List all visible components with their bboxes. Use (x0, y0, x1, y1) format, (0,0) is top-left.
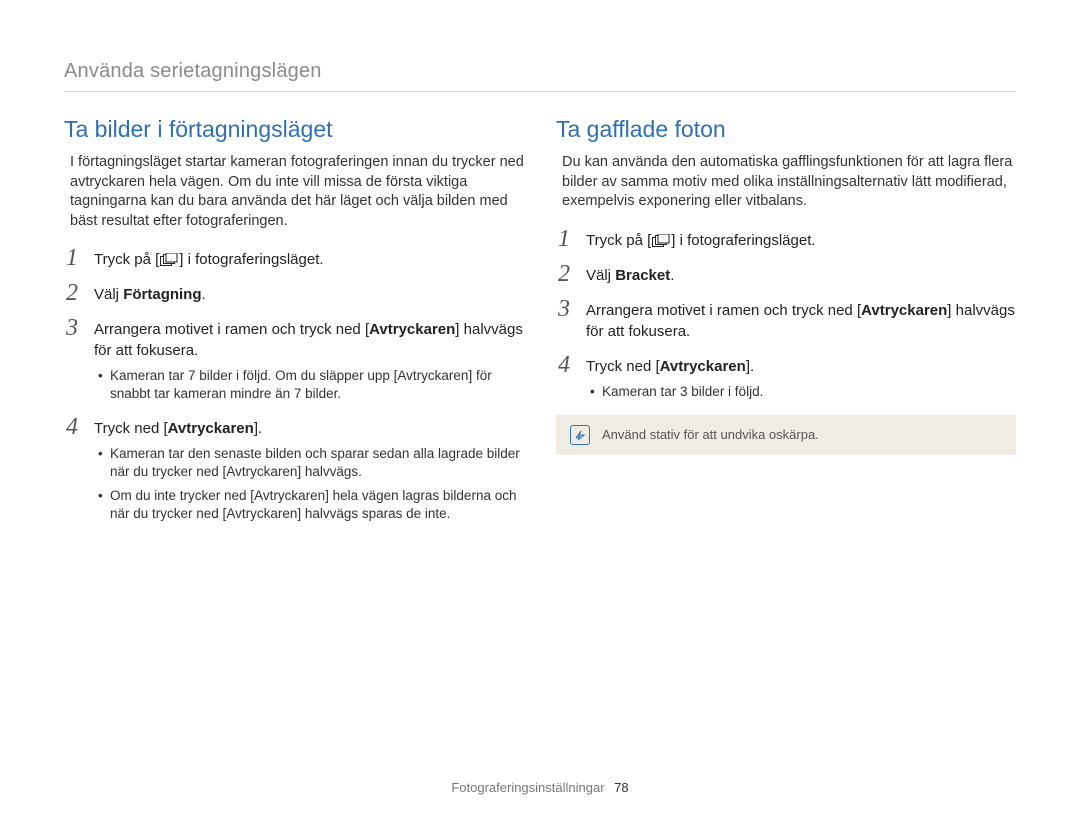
sub-text-bold: Avtryckaren (397, 368, 468, 383)
left-column: Ta bilder i förtagningsläget I förtagnin… (64, 116, 524, 538)
sub-text: Om du inte trycker ned [ (110, 488, 254, 503)
sub-text: Kameran tar 7 bilder i följd. Om du släp… (110, 368, 397, 383)
step-text: ] i fotograferingsläget. (671, 232, 815, 249)
page-footer: Fotograferingsinställningar 78 (0, 780, 1080, 795)
sub-text-bold: Avtryckaren (254, 488, 325, 503)
step-text: Arrangera motivet i ramen och tryck ned … (94, 321, 369, 338)
right-heading: Ta gafflade foton (556, 116, 1016, 143)
step-text-bold: Bracket (615, 267, 670, 284)
left-step-3-sub: Kameran tar 7 bilder i följd. Om du släp… (96, 365, 524, 403)
left-intro: I förtagningsläget startar kameran fotog… (70, 153, 524, 231)
right-step-4: Tryck ned [Avtryckaren]. Kameran tar 3 b… (556, 356, 1016, 401)
left-step-1: Tryck på [ ] i fotograferingsläget. (64, 249, 524, 270)
section-title: Använda serietagningslägen (64, 60, 1016, 83)
step-text-bold: Avtryckaren (369, 321, 455, 338)
step-text: Tryck på [ (586, 232, 651, 249)
step-text: Välj (94, 286, 123, 303)
step-text: ] i fotograferingsläget. (179, 251, 323, 268)
footer-label: Fotograferingsinställningar (451, 780, 604, 795)
step-text: Tryck ned [ (586, 358, 660, 375)
step-text-bold: Avtryckaren (861, 302, 947, 319)
burst-icon (160, 253, 178, 267)
step-text: Arrangera motivet i ramen och tryck ned … (586, 302, 861, 319)
step-text: . (670, 267, 674, 284)
left-steps: Tryck på [ ] i fotograferingsläget. Välj … (64, 249, 524, 523)
left-step-2: Välj Förtagning. (64, 284, 524, 305)
list-item: Kameran tar den senaste bilden och spara… (96, 445, 524, 481)
left-heading: Ta bilder i förtagningsläget (64, 116, 524, 143)
sub-text-bold: Avtryckaren (226, 506, 297, 521)
header-divider (64, 91, 1016, 92)
list-item: Om du inte trycker ned [Avtryckaren] hel… (96, 487, 524, 523)
step-text: Tryck ned [ (94, 420, 168, 437)
step-text-bold: Avtryckaren (660, 358, 746, 375)
right-step-3: Arrangera motivet i ramen och tryck ned … (556, 300, 1016, 342)
step-text: Tryck på [ (94, 251, 159, 268)
left-step-4: Tryck ned [Avtryckaren]. Kameran tar den… (64, 418, 524, 524)
left-step-3: Arrangera motivet i ramen och tryck ned … (64, 319, 524, 403)
step-text: Välj (586, 267, 615, 284)
step-text-bold: Avtryckaren (168, 420, 254, 437)
right-column: Ta gafflade foton Du kan använda den aut… (556, 116, 1016, 538)
note-box: Använd stativ för att undvika oskärpa. (556, 415, 1016, 455)
right-step-1: Tryck på [ ] i fotograferingsläget. (556, 230, 1016, 251)
list-item: Kameran tar 3 bilder i följd. (588, 383, 1016, 401)
right-step-2: Välj Bracket. (556, 265, 1016, 286)
right-steps: Tryck på [ ] i fotograferingsläget. Välj … (556, 230, 1016, 401)
page-number: 78 (614, 780, 628, 795)
list-item: Kameran tar 7 bilder i följd. Om du släp… (96, 367, 524, 403)
note-icon (570, 425, 590, 445)
note-text: Använd stativ för att undvika oskärpa. (602, 427, 819, 442)
sub-text: ] halvvägs sparas de inte. (297, 506, 450, 521)
sub-text: ] halvvägs. (297, 464, 362, 479)
content-columns: Ta bilder i förtagningsläget I förtagnin… (64, 116, 1016, 538)
right-step-4-sub: Kameran tar 3 bilder i följd. (588, 381, 1016, 401)
sub-text-bold: Avtryckaren (226, 464, 297, 479)
step-text: ]. (254, 420, 262, 437)
left-step-4-sub: Kameran tar den senaste bilden och spara… (96, 443, 524, 524)
burst-icon (652, 234, 670, 248)
right-intro: Du kan använda den automatiska gafflings… (562, 153, 1016, 212)
step-text-bold: Förtagning (123, 286, 201, 303)
step-text: ]. (746, 358, 754, 375)
step-text: . (202, 286, 206, 303)
